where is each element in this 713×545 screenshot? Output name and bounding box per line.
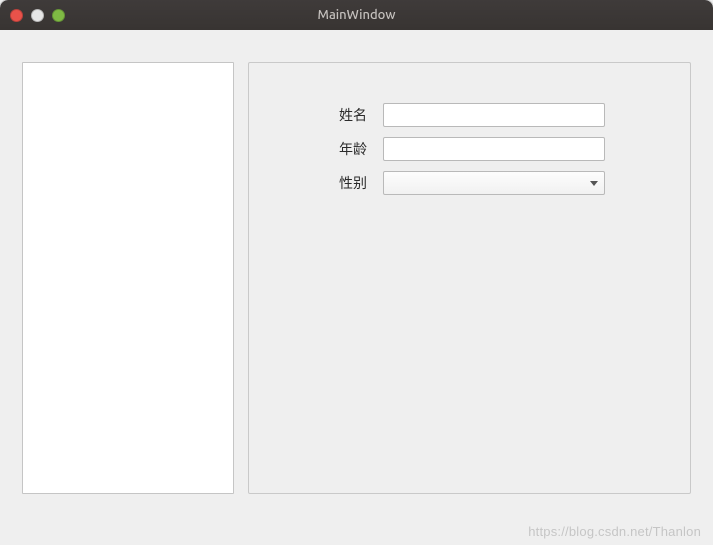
left-list-panel[interactable]: [22, 62, 234, 494]
gender-combobox[interactable]: [383, 171, 605, 195]
name-label: 姓名: [339, 105, 375, 125]
form-row-age: 年龄: [339, 137, 660, 161]
name-input[interactable]: [383, 103, 605, 127]
gender-label: 性别: [339, 173, 375, 193]
close-icon[interactable]: [10, 9, 23, 22]
minimize-icon[interactable]: [31, 9, 44, 22]
window-body: 姓名 年龄 性别: [0, 30, 713, 545]
form-row-name: 姓名: [339, 103, 660, 127]
age-input[interactable]: [383, 137, 605, 161]
form-panel: 姓名 年龄 性别: [248, 62, 691, 494]
age-label: 年龄: [339, 139, 375, 159]
chevron-down-icon: [590, 181, 598, 186]
maximize-icon[interactable]: [52, 9, 65, 22]
window-controls: [10, 9, 65, 22]
titlebar: MainWindow: [0, 0, 713, 30]
window-title: MainWindow: [0, 8, 713, 22]
form-row-gender: 性别: [339, 171, 660, 195]
